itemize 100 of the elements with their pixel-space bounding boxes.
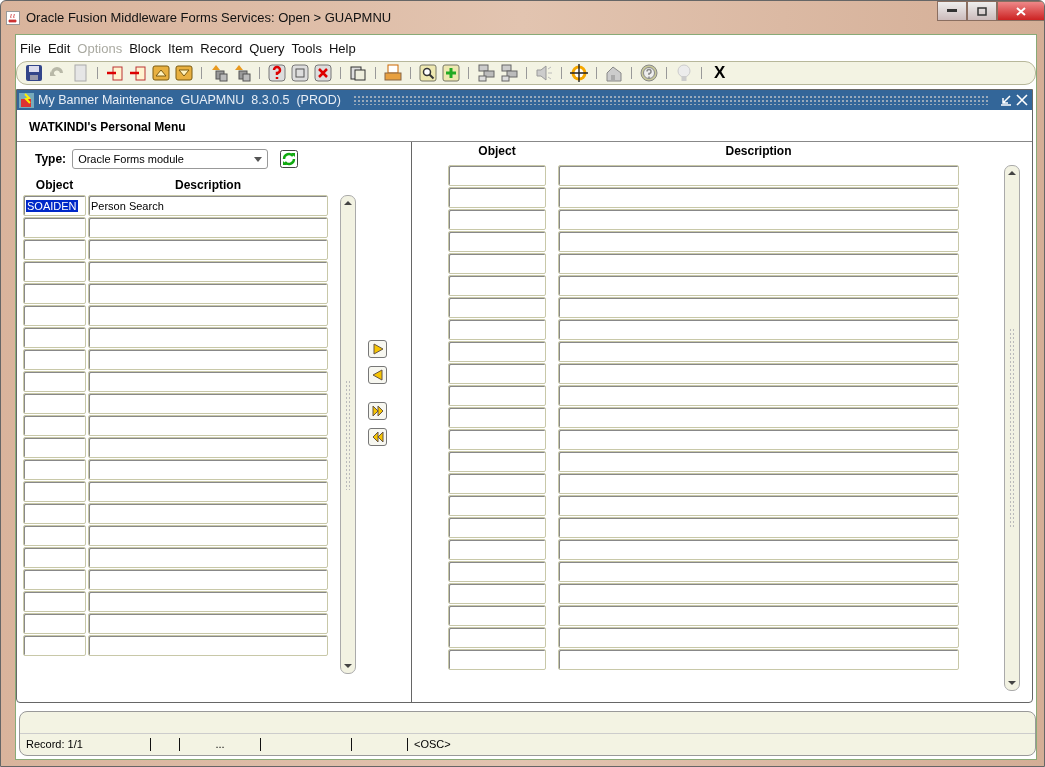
add-icon[interactable] — [442, 64, 460, 82]
description-field[interactable] — [88, 437, 328, 458]
scrollbar[interactable] — [1004, 165, 1020, 691]
description-field[interactable] — [558, 165, 959, 186]
close-form-icon[interactable] — [1016, 94, 1028, 106]
hierarchy-icon[interactable] — [500, 64, 518, 82]
description-field[interactable] — [558, 495, 959, 516]
move-all-right-button[interactable] — [368, 402, 387, 420]
object-field[interactable] — [448, 583, 546, 604]
object-field[interactable] — [23, 635, 86, 656]
description-field[interactable] — [88, 613, 328, 634]
description-field[interactable] — [88, 415, 328, 436]
hierarchy-icon[interactable] — [477, 64, 495, 82]
object-field[interactable] — [448, 275, 546, 296]
move-right-button[interactable] — [368, 340, 387, 358]
description-field[interactable] — [558, 231, 959, 252]
description-field[interactable] — [88, 327, 328, 348]
description-field[interactable] — [88, 569, 328, 590]
menu-item[interactable]: Record — [200, 40, 243, 56]
object-field[interactable] — [448, 385, 546, 406]
description-field[interactable] — [558, 363, 959, 384]
object-field[interactable] — [448, 363, 546, 384]
description-field[interactable] — [88, 261, 328, 282]
object-field[interactable] — [23, 371, 86, 392]
object-field[interactable] — [23, 613, 86, 634]
description-field[interactable]: Person Search — [88, 195, 328, 216]
description-field[interactable] — [88, 371, 328, 392]
description-field[interactable] — [558, 451, 959, 472]
object-field[interactable] — [23, 283, 86, 304]
object-field[interactable] — [448, 627, 546, 648]
description-field[interactable] — [88, 591, 328, 612]
object-field[interactable] — [23, 481, 86, 502]
search-icon[interactable] — [419, 64, 437, 82]
object-field[interactable] — [448, 495, 546, 516]
object-field[interactable] — [23, 503, 86, 524]
description-field[interactable] — [558, 341, 959, 362]
description-field[interactable] — [558, 187, 959, 208]
object-field[interactable] — [448, 231, 546, 252]
speaker-icon[interactable] — [535, 64, 553, 82]
move-left-button[interactable] — [368, 366, 387, 384]
object-field[interactable] — [23, 437, 86, 458]
object-field[interactable] — [23, 327, 86, 348]
description-field[interactable] — [558, 627, 959, 648]
object-field[interactable]: SOAIDEN — [23, 195, 86, 216]
object-field[interactable] — [23, 393, 86, 414]
remove-record-icon[interactable] — [129, 64, 147, 82]
object-field[interactable] — [23, 415, 86, 436]
description-field[interactable] — [558, 517, 959, 538]
object-field[interactable] — [448, 429, 546, 450]
description-field[interactable] — [558, 385, 959, 406]
menu-item[interactable]: Help — [328, 40, 356, 56]
pages-icon[interactable] — [349, 64, 367, 82]
object-field[interactable] — [448, 165, 546, 186]
description-field[interactable] — [558, 561, 959, 582]
object-field[interactable] — [448, 407, 546, 428]
object-field[interactable] — [448, 605, 546, 626]
description-field[interactable] — [558, 605, 959, 626]
menu-item[interactable]: Tools — [291, 40, 322, 56]
execute-query-icon[interactable] — [233, 64, 251, 82]
insert-record-icon[interactable] — [106, 64, 124, 82]
printer-icon[interactable] — [384, 64, 402, 82]
object-field[interactable] — [448, 561, 546, 582]
menu-item[interactable]: Item — [167, 40, 194, 56]
description-field[interactable] — [558, 319, 959, 340]
move-all-left-button[interactable] — [368, 428, 387, 446]
object-field[interactable] — [448, 253, 546, 274]
object-field[interactable] — [448, 187, 546, 208]
next-block-icon[interactable] — [175, 64, 193, 82]
object-field[interactable] — [23, 459, 86, 480]
object-field[interactable] — [448, 649, 546, 670]
previous-block-icon[interactable] — [152, 64, 170, 82]
menu-item[interactable]: File — [20, 40, 41, 56]
object-field[interactable] — [448, 341, 546, 362]
description-field[interactable] — [88, 283, 328, 304]
menu-item[interactable]: Edit — [47, 40, 71, 56]
description-field[interactable] — [88, 217, 328, 238]
object-field[interactable] — [23, 591, 86, 612]
exit-button[interactable]: X — [710, 63, 730, 83]
enter-query-icon[interactable] — [210, 64, 228, 82]
object-field[interactable] — [448, 451, 546, 472]
description-field[interactable] — [558, 473, 959, 494]
object-field[interactable] — [448, 319, 546, 340]
description-field[interactable] — [88, 239, 328, 260]
description-field[interactable] — [558, 297, 959, 318]
object-field[interactable] — [23, 569, 86, 590]
maximize-button[interactable] — [967, 1, 997, 21]
save-icon[interactable] — [25, 64, 43, 82]
minimize-form-icon[interactable] — [1000, 94, 1012, 106]
object-field[interactable] — [23, 261, 86, 282]
description-field[interactable] — [558, 209, 959, 230]
minimize-button[interactable] — [937, 1, 967, 21]
scrollbar[interactable] — [340, 195, 356, 674]
description-field[interactable] — [558, 583, 959, 604]
target-icon[interactable] — [570, 64, 588, 82]
object-field[interactable] — [23, 305, 86, 326]
object-field[interactable] — [23, 525, 86, 546]
object-field[interactable] — [448, 209, 546, 230]
description-field[interactable] — [558, 275, 959, 296]
object-field[interactable] — [23, 239, 86, 260]
description-field[interactable] — [88, 481, 328, 502]
